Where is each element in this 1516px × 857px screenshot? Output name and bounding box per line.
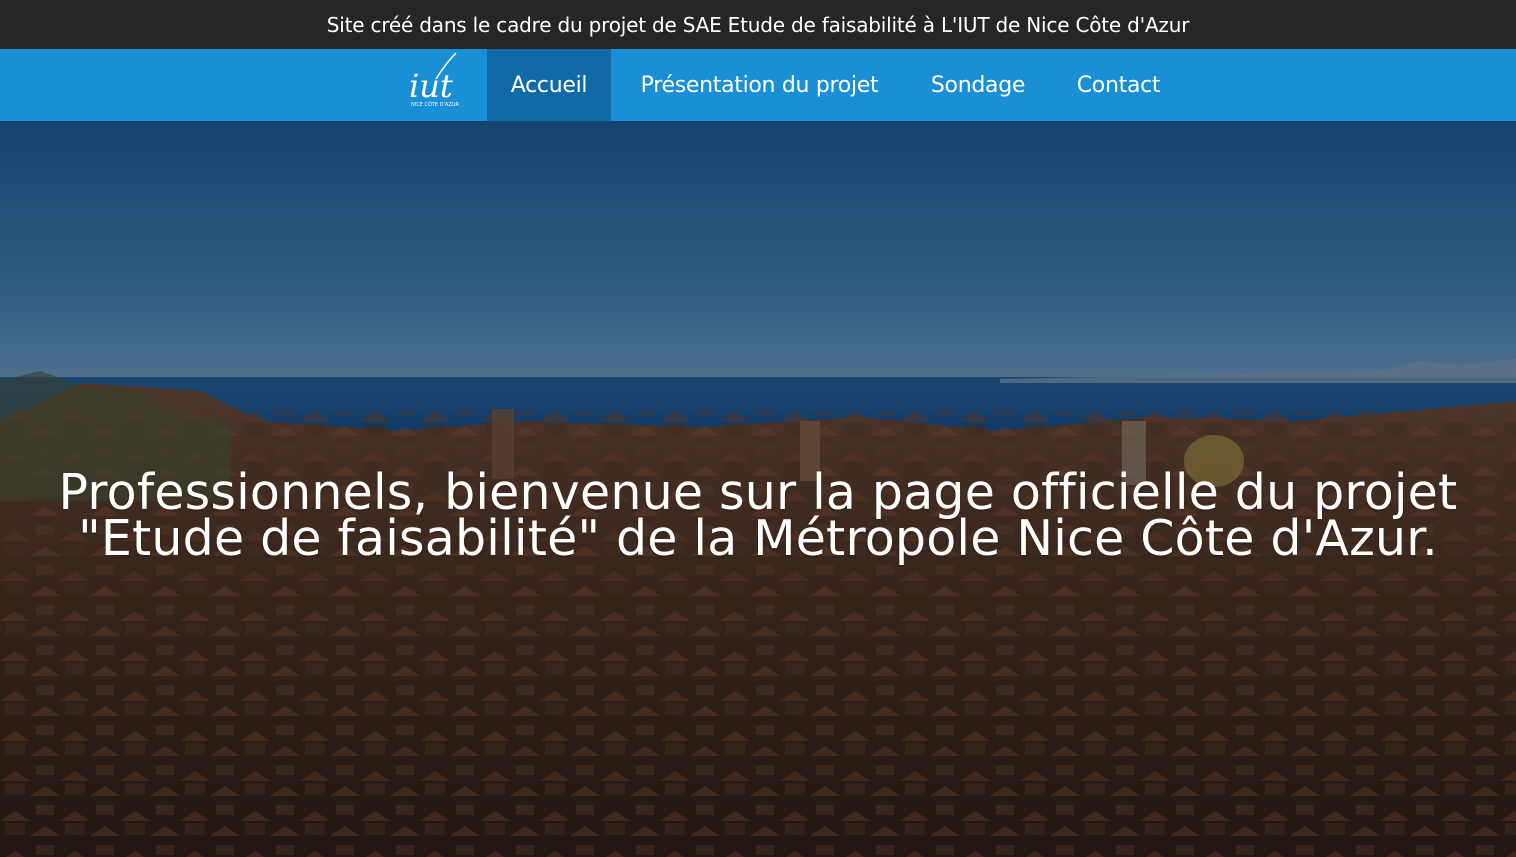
banner-text: Site créé dans le cadre du projet de SAE… [326,12,1190,37]
iut-logo[interactable]: iut NICE CÔTE D'AZUR [406,49,462,121]
nav-contact[interactable]: Contact [1048,49,1189,121]
nav-sondage[interactable]: Sondage [908,49,1048,121]
nav-presentation-label: Présentation du projet [640,72,879,98]
hero-title-line2: "Etude de faisabilité" de la Métropole N… [78,510,1438,567]
nav-sondage-label: Sondage [930,72,1026,98]
top-banner: Site créé dans le cadre du projet de SAE… [0,0,1516,49]
hero-title: Professionnels, bienvenue sur la page of… [0,468,1516,567]
hero-section: Professionnels, bienvenue sur la page of… [0,121,1516,857]
nav-accueil-label: Accueil [510,72,588,98]
logo-wordmark: iut [409,67,453,105]
nav-contact-label: Contact [1076,72,1161,98]
iut-logo-icon: iut NICE CÔTE D'AZUR [409,52,459,108]
logo-subtext: NICE CÔTE D'AZUR [411,101,459,108]
nav-presentation-projet[interactable]: Présentation du projet [611,49,908,121]
main-navbar: iut NICE CÔTE D'AZUR Accueil Présentatio… [0,49,1516,124]
nav-accueil[interactable]: Accueil [487,49,611,124]
